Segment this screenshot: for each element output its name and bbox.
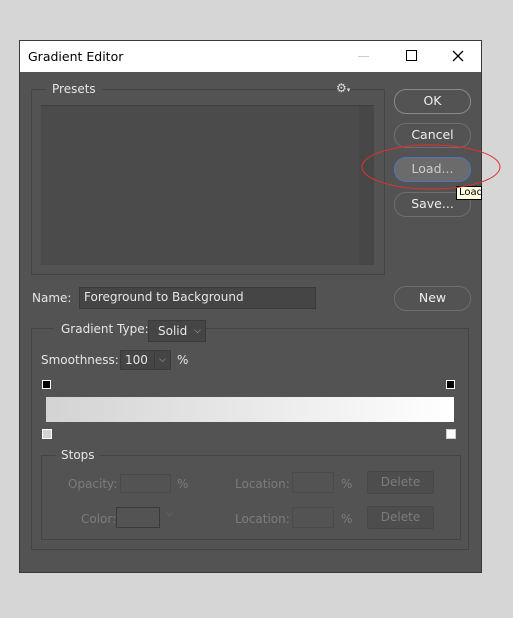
name-input[interactable]: Foreground to Background: [79, 287, 316, 309]
color-location-percent: %: [341, 512, 353, 526]
opacity-stop-right[interactable]: [446, 380, 455, 389]
color-location-input[interactable]: [292, 507, 334, 528]
close-icon[interactable]: [452, 50, 464, 62]
delete-color-stop-button[interactable]: Delete: [367, 506, 434, 529]
gear-icon[interactable]: ⚙▾: [336, 81, 350, 95]
opacity-location-input[interactable]: [292, 472, 334, 493]
opacity-location-label: Location:: [235, 477, 290, 491]
chevron-down-icon: ⌵: [194, 326, 201, 336]
color-stop-right[interactable]: [446, 429, 456, 439]
delete-opacity-stop-button[interactable]: Delete: [367, 471, 434, 494]
smoothness-percent: %: [177, 353, 189, 367]
chevron-down-icon: ⌵: [166, 509, 173, 519]
new-button[interactable]: New: [394, 286, 471, 311]
presets-list[interactable]: [41, 105, 374, 265]
opacity-percent: %: [177, 477, 189, 491]
maximize-icon[interactable]: [406, 50, 417, 61]
stops-label: Stops: [56, 448, 100, 462]
opacity-select[interactable]: [120, 474, 171, 493]
opacity-label: Opacity:: [68, 477, 118, 491]
gradient-preview-bar[interactable]: [46, 397, 454, 422]
window-title: Gradient Editor: [28, 49, 124, 64]
smoothness-input[interactable]: 100 ⌵: [120, 350, 171, 370]
color-swatch[interactable]: [116, 507, 160, 528]
presets-label: Presets: [46, 82, 102, 96]
smoothness-value: 100: [125, 353, 148, 367]
ok-button[interactable]: OK: [394, 89, 471, 114]
color-location-label: Location:: [235, 512, 290, 526]
opacity-stop-left[interactable]: [42, 380, 51, 389]
gradient-type-select[interactable]: Solid ⌵: [148, 320, 206, 342]
smoothness-label: Smoothness:: [41, 353, 119, 367]
opacity-location-percent: %: [341, 477, 353, 491]
title-bar: Gradient Editor: [20, 41, 481, 72]
color-label: Color:: [81, 512, 117, 526]
name-label: Name:: [32, 291, 72, 305]
gradient-editor-dialog: Gradient Editor Presets ⚙▾ OK Cancel Loa…: [19, 40, 482, 573]
color-stop-left[interactable]: [42, 429, 52, 439]
minimize-icon[interactable]: [358, 56, 369, 57]
chevron-down-icon[interactable]: ⌵: [154, 351, 170, 369]
annotation-ellipse: [361, 144, 501, 190]
gradient-type-value: Solid: [158, 324, 188, 338]
gradient-type-label: Gradient Type:: [54, 322, 156, 336]
